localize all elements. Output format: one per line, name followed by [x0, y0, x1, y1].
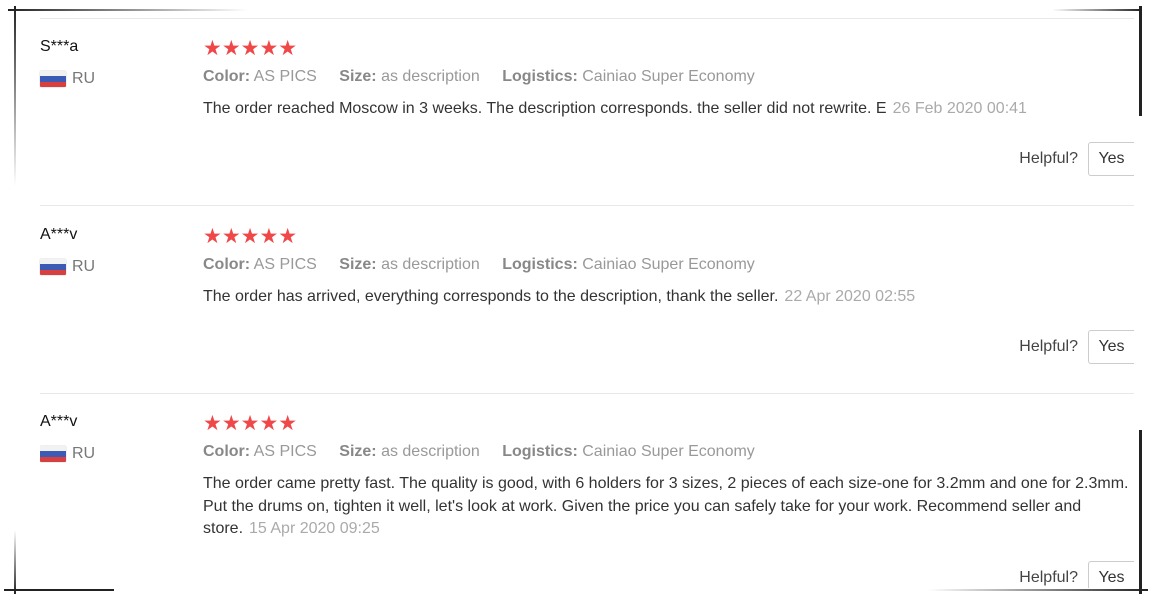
country-code: RU — [72, 258, 96, 275]
helpful-yes-button[interactable]: Yes — [1088, 330, 1134, 364]
frame-line — [14, 530, 16, 594]
star-rating: ★★★★★ — [203, 37, 298, 60]
review-date: 26 Feb 2020 00:41 — [892, 100, 1027, 117]
logistics-value: Cainiao Super Economy — [582, 256, 755, 273]
helpful-label: Helpful? — [1019, 569, 1078, 586]
star-rating: ★★★★★ — [203, 412, 298, 435]
review-body: The order has arrived, everything corres… — [203, 288, 779, 305]
frame-line — [1139, 430, 1142, 594]
reviewer-country: RU — [40, 445, 95, 463]
logistics-value: Cainiao Super Economy — [582, 68, 755, 85]
russia-flag-icon — [40, 259, 66, 275]
review-item: A***v RU ★★★★★ Color: AS PICS Size: as d… — [40, 393, 1134, 588]
color-key: Color: — [203, 68, 251, 85]
size-key: Size: — [339, 443, 377, 460]
frame-line — [1139, 6, 1142, 116]
review-text: The order came pretty fast. The quality … — [203, 473, 1133, 541]
russia-flag-icon — [40, 71, 66, 87]
color-key: Color: — [203, 256, 251, 273]
logistics-key: Logistics: — [502, 256, 578, 273]
frame-line — [928, 589, 1148, 591]
color-value: AS PICS — [253, 68, 317, 85]
review-attributes: Color: AS PICS Size: as description Logi… — [203, 443, 773, 461]
review-item: S***a RU ★★★★★ Color: AS PICS Size: as d… — [40, 18, 1134, 206]
star-icon: ★★★★★ — [203, 412, 298, 435]
size-value: as description — [381, 256, 480, 273]
helpful-section: Helpful? Yes — [1019, 142, 1134, 176]
color-value: AS PICS — [253, 256, 317, 273]
review-date: 15 Apr 2020 09:25 — [249, 520, 380, 537]
frame-line — [14, 6, 16, 186]
review-date: 22 Apr 2020 02:55 — [784, 288, 916, 305]
helpful-yes-button[interactable]: Yes — [1088, 142, 1134, 176]
helpful-label: Helpful? — [1019, 150, 1078, 167]
review-text: The order has arrived, everything corres… — [203, 286, 1133, 309]
reviewer-name: A***v — [40, 226, 78, 243]
star-rating: ★★★★★ — [203, 225, 298, 248]
review-body: The order reached Moscow in 3 weeks. The… — [203, 100, 887, 117]
size-value: as description — [381, 443, 480, 460]
reviewer-country: RU — [40, 70, 95, 88]
size-value: as description — [381, 68, 480, 85]
reviewer-name: S***a — [40, 38, 79, 55]
review-text: The order reached Moscow in 3 weeks. The… — [203, 98, 1133, 121]
color-key: Color: — [203, 443, 251, 460]
logistics-key: Logistics: — [502, 68, 578, 85]
reviewer-name: A***v — [40, 413, 78, 430]
star-icon: ★★★★★ — [203, 225, 298, 248]
country-code: RU — [72, 70, 96, 87]
reviewer-country: RU — [40, 258, 95, 276]
frame-line — [4, 589, 114, 591]
helpful-section: Helpful? Yes — [1019, 330, 1134, 364]
star-icon: ★★★★★ — [203, 37, 298, 60]
russia-flag-icon — [40, 446, 66, 462]
size-key: Size: — [339, 68, 377, 85]
color-value: AS PICS — [253, 443, 317, 460]
country-code: RU — [72, 445, 96, 462]
review-attributes: Color: AS PICS Size: as description Logi… — [203, 256, 773, 274]
logistics-key: Logistics: — [502, 443, 578, 460]
frame-line — [1052, 9, 1142, 11]
review-attributes: Color: AS PICS Size: as description Logi… — [203, 68, 773, 86]
helpful-label: Helpful? — [1019, 338, 1078, 355]
review-item: A***v RU ★★★★★ Color: AS PICS Size: as d… — [40, 206, 1134, 393]
logistics-value: Cainiao Super Economy — [582, 443, 755, 460]
helpful-yes-button[interactable]: Yes — [1088, 561, 1134, 588]
size-key: Size: — [339, 256, 377, 273]
helpful-section: Helpful? Yes — [1019, 561, 1134, 588]
frame-line — [8, 9, 248, 11]
